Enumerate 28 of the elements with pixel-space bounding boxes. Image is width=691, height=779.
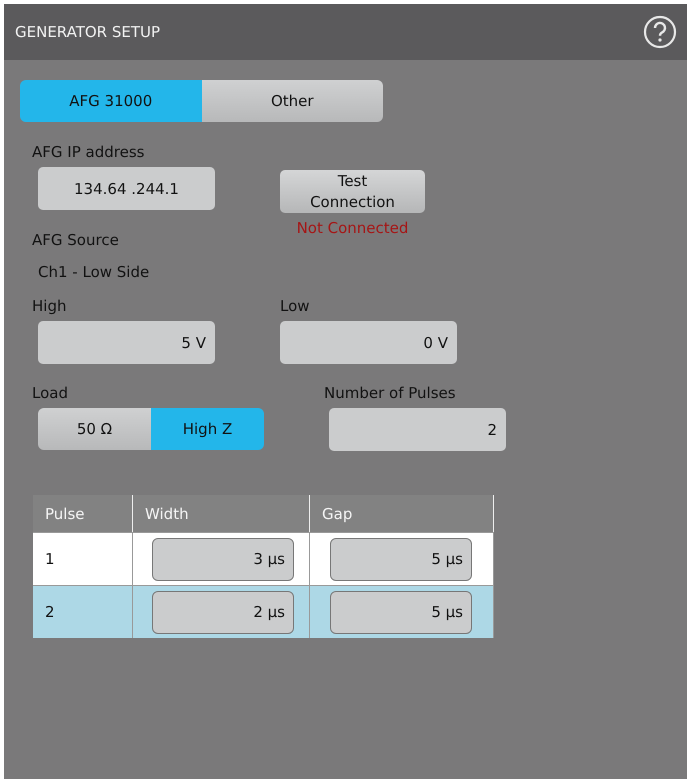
low-field[interactable]: 0 V [280, 321, 457, 364]
generator-tab[interactable]: AFG 31000 [20, 80, 202, 122]
pulse-cell[interactable]: 2 [33, 585, 133, 638]
test-connection-button[interactable]: Test Connection [280, 170, 425, 213]
ip-label: AFG IP address [32, 143, 146, 161]
load-label: Load [32, 384, 69, 402]
connection-status: Not Connected [296, 219, 408, 237]
width-field[interactable]: 2 µs [152, 590, 294, 634]
load-option[interactable]: High Z [151, 408, 264, 450]
high-field[interactable]: 5 V [38, 321, 215, 364]
low-label: Low [280, 297, 311, 315]
ip-field[interactable]: 134.64 .244.1 [38, 167, 215, 210]
load-option[interactable]: 50 Ω [38, 408, 151, 450]
column-header: Width [133, 495, 310, 532]
help-icon[interactable] [643, 15, 677, 49]
pulse-cell[interactable]: 1 [33, 532, 133, 585]
source-label: AFG Source [32, 231, 120, 249]
generator-tab[interactable]: Other [202, 80, 383, 122]
gap-field[interactable]: 5 µs [330, 538, 472, 580]
panel-title: GENERATOR SETUP [15, 23, 160, 41]
width-field[interactable]: 3 µs [152, 538, 294, 580]
source-value: Ch1 - Low Side [38, 263, 150, 281]
pulses-field[interactable]: 2 [329, 408, 506, 451]
column-header: Pulse [33, 495, 133, 532]
high-label: High [32, 297, 68, 315]
column-header: Gap [310, 495, 494, 532]
gap-field[interactable]: 5 µs [330, 590, 472, 634]
pulses-label: Number of Pulses [324, 384, 457, 402]
